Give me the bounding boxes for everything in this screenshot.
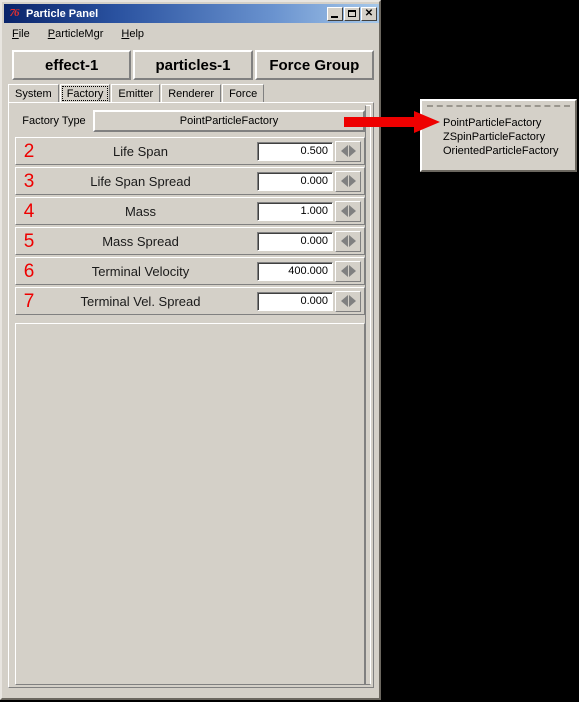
- app-icon: 76: [9, 7, 20, 19]
- arrow-left-icon: [340, 235, 348, 247]
- menu-option-oriented-particle-factory[interactable]: OrientedParticleFactory: [424, 144, 573, 158]
- close-icon: ✕: [364, 7, 374, 19]
- arrow-left-icon: [340, 175, 348, 187]
- arrow-left-icon: [340, 265, 348, 277]
- annotation-number: 2: [23, 140, 35, 162]
- arrow-right-icon: [348, 145, 356, 157]
- empty-panel-area: [15, 323, 365, 685]
- factory-panel-content: Factory Type PointParticleFactory 2 Life…: [11, 105, 367, 685]
- title-bar[interactable]: 76 Particle Panel ✕: [4, 4, 379, 23]
- param-value-field[interactable]: 0.000: [257, 231, 333, 251]
- tab-system[interactable]: System: [8, 84, 59, 103]
- table-row[interactable]: 6 Terminal Velocity 400.000: [15, 257, 365, 285]
- param-value-field[interactable]: 0.500: [257, 141, 333, 161]
- arrow-left-icon: [340, 205, 348, 217]
- arrow-right-icon: [348, 265, 356, 277]
- window-controls: ✕: [327, 6, 377, 21]
- arrow-right-icon: [348, 295, 356, 307]
- tab-renderer[interactable]: Renderer: [161, 84, 222, 103]
- menu-file-mnemonic: F: [12, 28, 19, 40]
- table-row[interactable]: 5 Mass Spread 0.000: [15, 227, 365, 255]
- annotation-number: 5: [23, 230, 35, 252]
- particles-button[interactable]: particles-1: [133, 50, 253, 80]
- factory-type-optionmenu[interactable]: PointParticleFactory: [93, 110, 365, 132]
- param-label: Life Span: [113, 143, 168, 159]
- minimize-button[interactable]: [327, 6, 343, 21]
- maximize-icon: [348, 10, 356, 17]
- param-spinner[interactable]: [335, 260, 361, 282]
- menu-help-rest: elp: [129, 28, 145, 40]
- menu-option-zspin-particle-factory[interactable]: ZSpinParticleFactory: [424, 130, 573, 144]
- menu-item-particlemgr[interactable]: ParticleMgr: [48, 28, 104, 40]
- annotation-number: 4: [23, 200, 35, 222]
- particle-panel-window: 76 Particle Panel ✕ File ParticleMgr Hel…: [0, 0, 381, 700]
- close-button[interactable]: ✕: [361, 6, 377, 21]
- menu-tearoff-entry[interactable]: [427, 105, 570, 114]
- maximize-button[interactable]: [344, 6, 360, 21]
- factory-tab-panel: Factory Type PointParticleFactory 2 Life…: [8, 102, 374, 688]
- tab-emitter[interactable]: Emitter: [111, 84, 161, 103]
- menu-bar: File ParticleMgr Help: [4, 24, 379, 44]
- table-row[interactable]: 7 Terminal Vel. Spread 0.000: [15, 287, 365, 315]
- factory-type-value: PointParticleFactory: [179, 115, 279, 127]
- param-value-field[interactable]: 1.000: [257, 201, 333, 221]
- menu-particlemgr-rest: articleMgr: [55, 28, 104, 40]
- factory-type-dropdown-menu: PointParticleFactory ZSpinParticleFactor…: [420, 99, 577, 172]
- effect-button[interactable]: effect-1: [12, 50, 132, 80]
- menu-file-rest: ile: [18, 28, 30, 40]
- arrow-left-icon: [340, 295, 348, 307]
- table-row[interactable]: 3 Life Span Spread 0.000: [15, 167, 365, 195]
- arrow-right-icon: [348, 235, 356, 247]
- window-title: Particle Panel: [26, 7, 99, 20]
- menu-particlemgr-mnemonic: P: [47, 28, 56, 40]
- factory-type-row: Factory Type PointParticleFactory: [15, 109, 365, 133]
- param-spinner[interactable]: [335, 290, 361, 312]
- menu-item-help[interactable]: Help: [121, 28, 144, 40]
- force-group-button[interactable]: Force Group: [254, 50, 374, 80]
- object-selector-bar: effect-1 particles-1 Force Group: [12, 50, 374, 80]
- param-label: Mass Spread: [102, 233, 179, 249]
- minimize-icon: [331, 15, 338, 18]
- tab-force[interactable]: Force: [222, 84, 265, 103]
- param-spinner[interactable]: [335, 170, 361, 192]
- param-spinner[interactable]: [335, 230, 361, 252]
- annotation-number: 7: [23, 290, 35, 312]
- table-row[interactable]: 2 Life Span 0.500: [15, 137, 365, 165]
- param-label: Terminal Velocity: [91, 263, 190, 279]
- factory-type-label: Factory Type: [22, 115, 86, 127]
- param-spinner[interactable]: [335, 200, 361, 222]
- table-row[interactable]: 4 Mass 1.000: [15, 197, 365, 225]
- menu-item-file[interactable]: File: [12, 28, 30, 40]
- menu-option-point-particle-factory[interactable]: PointParticleFactory: [424, 116, 573, 130]
- param-value-field[interactable]: 400.000: [257, 261, 333, 281]
- optionmenu-indicator-icon: [347, 120, 357, 123]
- arrow-left-icon: [340, 145, 348, 157]
- annotation-number: 3: [23, 170, 35, 192]
- vertical-scrollbar[interactable]: [365, 105, 371, 685]
- param-value-field[interactable]: 0.000: [257, 291, 333, 311]
- annotation-number: 6: [23, 260, 35, 282]
- param-label: Life Span Spread: [90, 173, 191, 189]
- arrow-right-icon: [348, 175, 356, 187]
- tab-strip: System Factory Emitter Renderer Force: [8, 83, 374, 103]
- param-value-field[interactable]: 0.000: [257, 171, 333, 191]
- tab-factory[interactable]: Factory: [59, 84, 111, 103]
- arrow-right-icon: [348, 205, 356, 217]
- param-label: Mass: [124, 203, 157, 219]
- param-spinner[interactable]: [335, 140, 361, 162]
- param-label: Terminal Vel. Spread: [80, 293, 201, 309]
